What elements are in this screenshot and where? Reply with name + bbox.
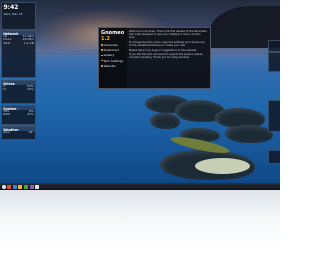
bullet-icon bbox=[101, 44, 103, 46]
content-paragraph: To change the skin colors, open the sett… bbox=[129, 40, 205, 47]
network-row: Total 1.2 GB bbox=[3, 40, 34, 45]
start-orb-icon[interactable] bbox=[1, 184, 6, 189]
desktop-screen: 9:42 Wed, Mar 18 Network Up 12 kB/s Down 4… bbox=[0, 0, 280, 190]
bullet-icon bbox=[101, 49, 103, 52]
taskbar-app-icon[interactable] bbox=[7, 184, 12, 189]
right-widget bbox=[268, 150, 280, 164]
right-widget bbox=[268, 40, 280, 52]
network-widget: Network Up 12 kB/s Down 48 kB/s Total 1.2 G… bbox=[1, 30, 36, 78]
content-paragraph: Welcome to Gnomeo. This is the first rel… bbox=[129, 30, 207, 40]
right-widget bbox=[268, 100, 280, 132]
left-widget-column: 9:42 Wed, Mar 18 Network Up 12 kB/s Down 4… bbox=[0, 0, 36, 186]
taskbar-app-icon[interactable] bbox=[23, 184, 28, 189]
bullet-icon bbox=[101, 54, 103, 57]
menu-item-website[interactable]: Website bbox=[99, 63, 127, 68]
system-widget: System CPU 8% RAM 41% bbox=[1, 105, 36, 125]
bullet-icon bbox=[101, 59, 103, 62]
taskbar-app-icon[interactable] bbox=[29, 184, 34, 189]
right-widget bbox=[268, 52, 280, 72]
gnomeo-window[interactable]: Gnomeo 1.2 Overview Download Gallery Ski… bbox=[98, 27, 211, 89]
drive-row: D: 22% bbox=[3, 87, 34, 92]
content-paragraph: If you like this skin and want to suppor… bbox=[129, 53, 203, 60]
clock-time: 9:42 bbox=[3, 4, 19, 11]
rock-6 bbox=[225, 125, 273, 143]
drives-widget: Drives C: 64% D: 22% bbox=[1, 80, 36, 104]
screen-reflection bbox=[0, 190, 280, 270]
gnomeo-content: Welcome to Gnomeo. This is the first rel… bbox=[129, 30, 207, 61]
system-row: RAM 41% bbox=[3, 112, 34, 117]
taskbar-app-icon[interactable] bbox=[18, 184, 23, 189]
gnomeo-version: 1.2 bbox=[101, 35, 110, 42]
weather-widget: Weather Now 18° bbox=[1, 126, 36, 140]
taskbar bbox=[0, 183, 280, 190]
clock-widget: 9:42 Wed, Mar 18 bbox=[1, 2, 36, 30]
algae-patch bbox=[195, 158, 250, 174]
right-widget-column bbox=[268, 0, 280, 186]
content-paragraph: Please report any bugs or suggestions on… bbox=[129, 48, 198, 52]
gnomeo-sidebar: Gnomeo 1.2 Overview Download Gallery Ski… bbox=[99, 28, 127, 88]
gnomeo-logo: Gnomeo 1.2 bbox=[99, 28, 127, 43]
taskbar-app-icon[interactable] bbox=[35, 184, 40, 189]
menu-item-skin-settings[interactable]: Skin Settings bbox=[99, 58, 127, 63]
bullet-icon bbox=[101, 65, 103, 67]
clock-date: Wed, Mar 18 bbox=[3, 12, 23, 16]
rock-3 bbox=[150, 113, 180, 129]
taskbar-app-icon[interactable] bbox=[12, 184, 17, 189]
weather-row: Now 18° bbox=[3, 130, 34, 134]
